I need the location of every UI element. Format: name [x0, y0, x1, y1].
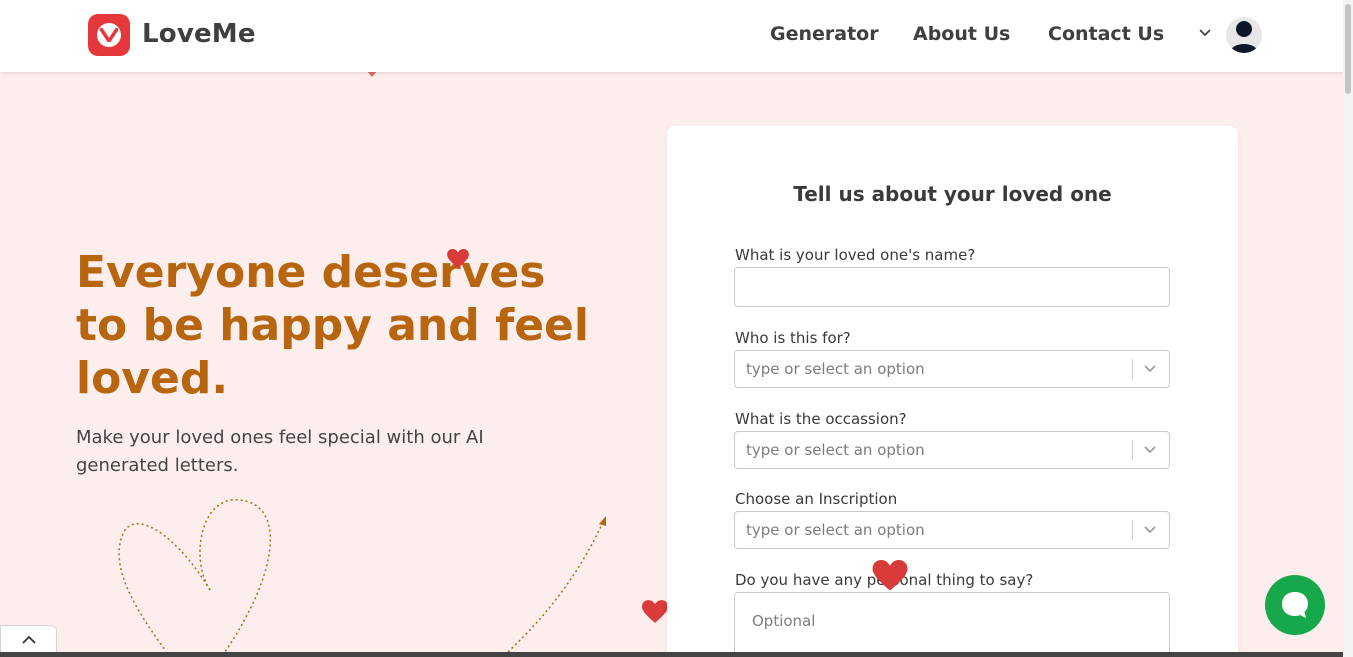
personal-message-textarea[interactable]: Optional — [734, 592, 1170, 657]
scroll-top-button[interactable] — [0, 625, 57, 653]
loved-one-form-card: Tell us about your loved one What is you… — [667, 126, 1238, 657]
brand-name[interactable]: LoveMe — [142, 19, 256, 49]
hero-title: Everyone deserves to be happy and feel l… — [76, 247, 589, 404]
select-divider — [1132, 440, 1133, 460]
select-divider — [1132, 520, 1133, 540]
chevron-up-icon[interactable] — [21, 635, 37, 645]
name-label: What is your loved one's name? — [735, 246, 976, 264]
dotted-arrow-icon — [507, 516, 606, 653]
recipient-select[interactable]: type or select an option — [734, 350, 1170, 388]
bottom-edge-bar — [0, 652, 1353, 657]
nav-contact-us[interactable]: Contact Us — [1048, 23, 1164, 45]
inscription-placeholder: type or select an option — [746, 521, 925, 539]
dotted-heart-outline-icon — [118, 499, 272, 653]
heart-icon — [447, 249, 469, 269]
chevron-down-icon[interactable] — [1143, 364, 1157, 374]
nav-generator[interactable]: Generator — [770, 23, 879, 45]
inscription-select[interactable]: type or select an option — [734, 511, 1170, 549]
recipient-placeholder: type or select an option — [746, 360, 925, 378]
heart-icon — [642, 600, 668, 623]
occasion-placeholder: type or select an option — [746, 441, 925, 459]
select-divider — [1132, 359, 1133, 379]
form-title: Tell us about your loved one — [793, 182, 1112, 206]
scrollbar-thumb[interactable] — [1345, 4, 1351, 94]
nav-about-us[interactable]: About Us — [913, 23, 1010, 45]
chevron-down-icon[interactable] — [1198, 27, 1212, 37]
recipient-label: Who is this for? — [735, 329, 851, 347]
hero-subtitle: Make your loved ones feel special with o… — [76, 427, 484, 476]
occasion-select[interactable]: type or select an option — [734, 431, 1170, 469]
personal-message-placeholder: Optional — [752, 612, 816, 630]
top-navbar: LoveMe Generator About Us Contact Us — [0, 0, 1353, 72]
chevron-down-icon[interactable] — [1143, 525, 1157, 535]
user-avatar-icon[interactable] — [1226, 17, 1262, 53]
loved-one-name-input[interactable] — [734, 267, 1170, 307]
inscription-label: Choose an Inscription — [735, 490, 898, 508]
heart-icon — [872, 560, 908, 591]
chat-bubble-icon[interactable] — [1265, 575, 1325, 635]
v-heart-logo-icon[interactable] — [88, 14, 130, 56]
chevron-down-icon[interactable] — [1143, 445, 1157, 455]
page-scrollbar[interactable] — [1343, 0, 1353, 657]
occasion-label: What is the occassion? — [735, 410, 907, 428]
